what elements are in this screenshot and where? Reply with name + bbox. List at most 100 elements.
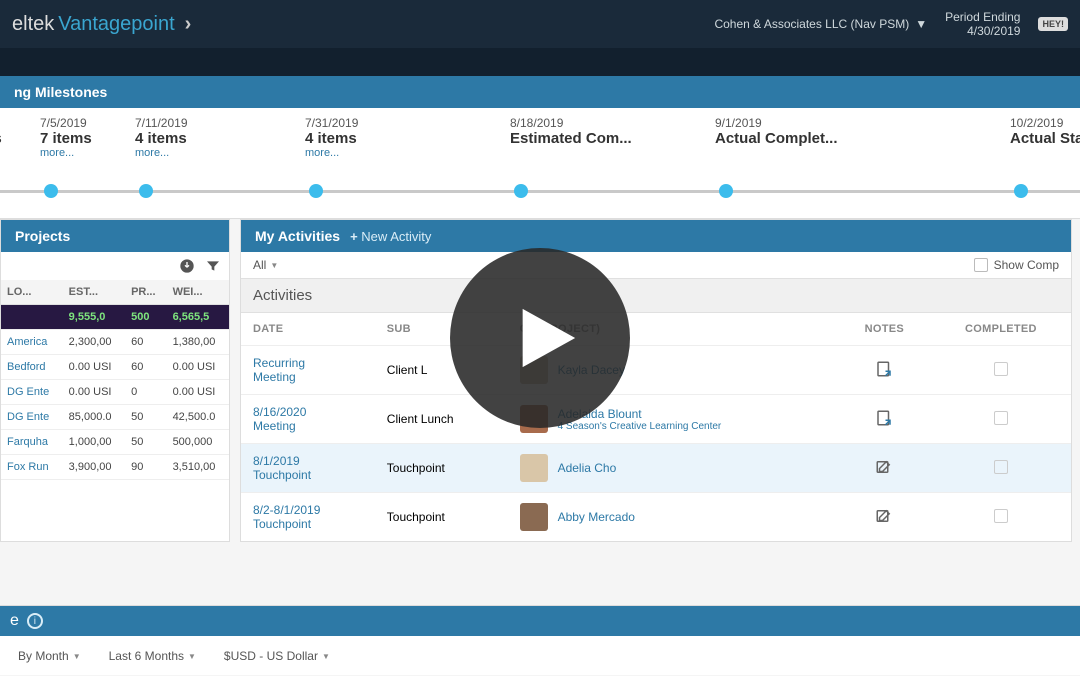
milestone-node[interactable]: 7/31/20194 itemsmore...: [305, 116, 435, 159]
milestone-node[interactable]: 8/18/2019Estimated Com...: [510, 116, 640, 147]
activities-table: DATE SUB CT (PROJECT) NOTES COMPLETED Re…: [241, 313, 1071, 541]
milestone-dot[interactable]: [309, 184, 323, 198]
completed-checkbox[interactable]: [994, 460, 1008, 474]
projects-column[interactable]: WEI...: [167, 280, 229, 305]
filter-icon[interactable]: [205, 258, 221, 274]
activity-date-link[interactable]: 8/2-8/1/2019Touchpoint: [253, 503, 320, 531]
project-name-link[interactable]: DG Ente: [1, 380, 63, 405]
period-ending[interactable]: Period Ending 4/30/2019: [945, 10, 1020, 39]
table-row[interactable]: DG Ente0.00 USI00.00 USI: [1, 380, 229, 405]
avatar: [520, 454, 548, 482]
period-label: Period Ending: [945, 10, 1020, 24]
milestone-node[interactable]: 10/2/2019Actual Sta: [1010, 116, 1080, 147]
info-icon[interactable]: i: [27, 613, 43, 629]
milestone-date: 7/31/2019: [305, 116, 435, 130]
milestone-more-link[interactable]: more...: [135, 147, 265, 159]
activity-contact[interactable]: Abby Mercado: [520, 503, 826, 531]
col-completed[interactable]: COMPLETED: [931, 313, 1071, 346]
brand[interactable]: eltek Vantagepoint ›: [12, 13, 191, 36]
show-completed-label: Show Comp: [994, 258, 1059, 272]
completed-checkbox[interactable]: [994, 509, 1008, 523]
milestone-node[interactable]: 7/11/20194 itemsmore...: [135, 116, 265, 159]
new-activity-label: New Activity: [361, 229, 431, 244]
milestone-dot[interactable]: [1014, 184, 1028, 198]
topbar-right: Cohen & Associates LLC (Nav PSM) ▼ Perio…: [714, 10, 1068, 39]
activities-filter-all[interactable]: All ▼: [253, 258, 278, 272]
project-name-link[interactable]: Fox Run: [1, 455, 63, 480]
topbar: eltek Vantagepoint › Cohen & Associates …: [0, 0, 1080, 48]
table-row[interactable]: Bedford0.00 USI600.00 USI: [1, 355, 229, 380]
download-icon[interactable]: [179, 258, 195, 274]
table-row[interactable]: 8/16/2020MeetingClient LunchAdelaida Blo…: [241, 395, 1071, 444]
caret-down-icon: ▼: [270, 261, 278, 270]
project-name-link[interactable]: Farquha: [1, 430, 63, 455]
company-selector[interactable]: Cohen & Associates LLC (Nav PSM) ▼: [714, 17, 927, 31]
activity-contact[interactable]: Adelia Cho: [520, 454, 826, 482]
milestone-date: 7/11/2019: [135, 116, 265, 130]
table-row[interactable]: Fox Run3,900,00903,510,00: [1, 455, 229, 480]
bottom-filter[interactable]: By Month▼: [18, 649, 81, 663]
contact-project-link[interactable]: 4 Season's Creative Learning Center: [558, 421, 722, 432]
projects-table: LO...EST...PR...WEI... 9,555,05006,565,5…: [1, 280, 229, 480]
contact-name-link[interactable]: Abby Mercado: [558, 510, 635, 524]
avatar: [520, 503, 548, 531]
milestones-header: ng Milestones: [0, 76, 1080, 108]
milestone-dot[interactable]: [719, 184, 733, 198]
table-row[interactable]: 8/1/2019Touchpoint Touchpoint Adelia Cho: [241, 444, 1071, 493]
table-row[interactable]: DG Ente85,000.05042,500.0: [1, 405, 229, 430]
activity-subject: Touchpoint: [375, 444, 508, 493]
projects-column[interactable]: LO...: [1, 280, 63, 305]
caret-down-icon: ▼: [73, 652, 81, 661]
table-row[interactable]: 8/2-8/1/2019Touchpoint Touchpoint Abby Mer…: [241, 493, 1071, 542]
projects-title: Projects: [15, 228, 70, 244]
activities-header: My Activities + New Activity: [241, 220, 1071, 252]
table-row[interactable]: America2,300,00601,380,00: [1, 330, 229, 355]
bottom-char: e: [10, 612, 19, 630]
project-name-link[interactable]: Bedford: [1, 355, 63, 380]
project-name-link[interactable]: America: [1, 330, 63, 355]
milestones-timeline[interactable]: 19ms…7/5/20197 itemsmore...7/11/20194 it…: [0, 108, 1080, 218]
project-name-link[interactable]: DG Ente: [1, 405, 63, 430]
caret-down-icon: ▼: [322, 652, 330, 661]
projects-column[interactable]: PR...: [125, 280, 166, 305]
milestone-label: 4 items: [135, 130, 265, 147]
bottom-filters: By Month▼ Last 6 Months▼ $USD - US Dollar▼: [0, 636, 1080, 676]
col-notes[interactable]: NOTES: [838, 313, 931, 346]
show-completed-checkbox[interactable]: [974, 258, 988, 272]
bottom-filter[interactable]: Last 6 Months▼: [109, 649, 196, 663]
milestone-more-link[interactable]: more...: [305, 147, 435, 159]
activity-date-link[interactable]: 8/1/2019Touchpoint: [253, 454, 311, 482]
play-button[interactable]: [450, 248, 630, 428]
caret-down-icon: ▼: [915, 17, 927, 31]
hey-badge[interactable]: HEY!: [1038, 17, 1068, 31]
topbar-shadow: [0, 48, 1080, 76]
milestone-date: 10/2/2019: [1010, 116, 1080, 130]
activity-date-link[interactable]: RecurringMeeting: [253, 356, 305, 384]
play-icon: [511, 303, 581, 373]
notes-icon[interactable]: [875, 514, 893, 528]
completed-checkbox[interactable]: [994, 411, 1008, 425]
completed-checkbox[interactable]: [994, 362, 1008, 376]
contact-name-link[interactable]: Adelia Cho: [558, 461, 617, 475]
activity-subject: Touchpoint: [375, 493, 508, 542]
notes-icon[interactable]: [875, 416, 893, 430]
new-activity-button[interactable]: + New Activity: [350, 229, 431, 244]
projects-tools: [1, 252, 229, 280]
milestone-dot[interactable]: [514, 184, 528, 198]
bottom-filter[interactable]: $USD - US Dollar▼: [224, 649, 330, 663]
milestone-label: Actual Complet...: [715, 130, 845, 147]
milestones-panel: ng Milestones 19ms…7/5/20197 itemsmore..…: [0, 76, 1080, 219]
activity-date-link[interactable]: 8/16/2020Meeting: [253, 405, 306, 433]
projects-column[interactable]: EST...: [63, 280, 125, 305]
col-date[interactable]: DATE: [241, 313, 375, 346]
table-row[interactable]: RecurringMeetingClient LKayla Dacey: [241, 346, 1071, 395]
notes-icon[interactable]: [875, 367, 893, 381]
milestone-node[interactable]: 9/1/2019Actual Complet...: [715, 116, 845, 147]
table-row[interactable]: Farquha1,000,0050500,000: [1, 430, 229, 455]
activities-toolbar: All ▼ Show Comp: [241, 252, 1071, 278]
notes-icon[interactable]: [875, 465, 893, 479]
brand-name: Vantagepoint: [58, 13, 174, 36]
milestone-dot[interactable]: [139, 184, 153, 198]
milestone-dot[interactable]: [44, 184, 58, 198]
activities-subheader: Activities: [241, 278, 1071, 313]
